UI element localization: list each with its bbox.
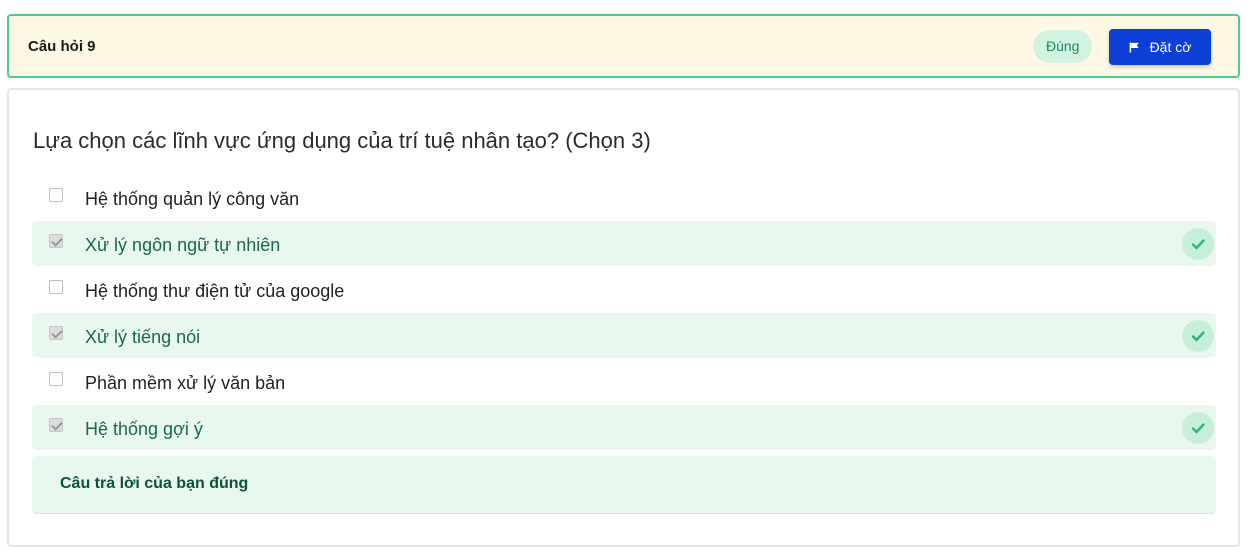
question-card: Lựa chọn các lĩnh vực ứng dụng của trí t…	[7, 88, 1240, 547]
correct-check-icon	[1182, 412, 1214, 444]
feedback-box: Câu trả lời của bạn đúng	[32, 456, 1216, 514]
flag-button[interactable]: Đặt cờ	[1109, 29, 1211, 65]
question-number: Câu hỏi 9	[28, 38, 96, 55]
option-row[interactable]: Hệ thống gợi ý	[32, 405, 1216, 450]
option-row[interactable]: Xử lý ngôn ngữ tự nhiên	[32, 221, 1216, 266]
correct-check-icon	[1182, 320, 1214, 352]
option-row[interactable]: Hệ thống thư điện tử của google	[32, 267, 1216, 312]
option-checkbox[interactable]	[49, 372, 63, 386]
answer-options: Hệ thống quản lý công văn Xử lý ngôn ngữ…	[32, 175, 1216, 451]
option-checkbox[interactable]	[49, 234, 63, 248]
flag-button-label: Đặt cờ	[1149, 39, 1192, 55]
option-checkbox[interactable]	[49, 418, 63, 432]
option-row[interactable]: Hệ thống quản lý công văn	[32, 175, 1216, 220]
option-label: Phần mềm xử lý văn bản	[85, 373, 286, 393]
option-checkbox[interactable]	[49, 280, 63, 294]
status-badge: Đúng	[1033, 30, 1093, 63]
question-text: Lựa chọn các lĩnh vực ứng dụng của trí t…	[33, 128, 651, 153]
option-label: Hệ thống quản lý công văn	[85, 189, 300, 209]
option-checkbox[interactable]	[49, 188, 63, 202]
flag-icon	[1129, 41, 1140, 53]
option-label: Xử lý ngôn ngữ tự nhiên	[85, 235, 281, 255]
option-row[interactable]: Xử lý tiếng nói	[32, 313, 1216, 358]
option-label: Xử lý tiếng nói	[85, 327, 201, 347]
feedback-text: Câu trả lời của bạn đúng	[60, 475, 249, 492]
option-checkbox[interactable]	[49, 326, 63, 340]
option-label: Hệ thống gợi ý	[85, 419, 203, 439]
correct-check-icon	[1182, 228, 1214, 260]
question-header: Câu hỏi 9 Đúng Đặt cờ	[7, 14, 1240, 78]
option-row[interactable]: Phần mềm xử lý văn bản	[32, 359, 1216, 404]
option-label: Hệ thống thư điện tử của google	[85, 281, 345, 301]
